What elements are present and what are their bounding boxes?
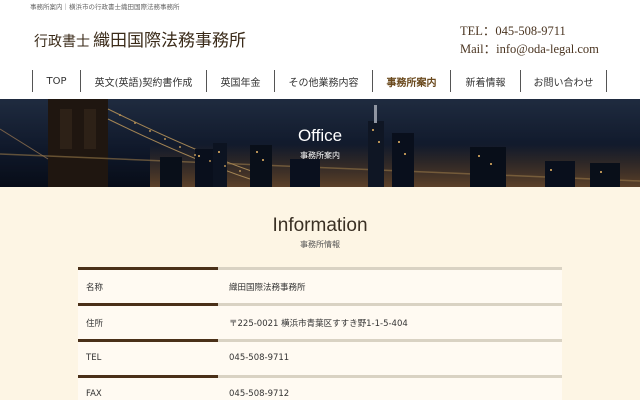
- hero-subtitle: 事務所案内: [300, 151, 340, 160]
- info-value: 〒225-0021 横浜市青葉区すすき野1-1-5-404: [229, 319, 408, 329]
- hero-banner: Office 事務所案内: [0, 99, 640, 187]
- info-value: 045-508-9712: [229, 389, 290, 399]
- hero-title: Office: [297, 126, 343, 145]
- section-subtitle: 事務所情報: [300, 240, 340, 249]
- info-key: TEL: [86, 353, 102, 363]
- row-key-rule: [78, 339, 218, 342]
- logo-title-small: 行政書士: [34, 34, 90, 50]
- info-row-name: 名称 織田国際法務事務所: [78, 267, 562, 303]
- nav-item-office[interactable]: 事務所案内: [372, 70, 450, 92]
- row-key-rule: [78, 375, 218, 378]
- row-value-rule: [218, 375, 562, 378]
- info-row-fax: FAX 045-508-9712: [78, 375, 562, 400]
- info-row-tel: TEL 045-508-9711: [78, 339, 562, 375]
- section-title: Information: [272, 215, 368, 236]
- nav-item-top[interactable]: TOP: [32, 70, 80, 92]
- row-value-rule: [218, 267, 562, 270]
- row-value-rule: [218, 339, 562, 342]
- info-table: 名称 織田国際法務事務所 住所 〒225-0021 横浜市青葉区すすき野1-1-…: [78, 267, 562, 400]
- nav-item-english-contract[interactable]: 英文(英語)契約書作成: [80, 70, 206, 92]
- row-key-rule: [78, 303, 218, 306]
- info-key: 名称: [86, 283, 104, 293]
- info-value: 織田国際法務事務所: [229, 283, 306, 293]
- contact-info: TEL：045-508-9711 Mail：info@oda-legal.com: [460, 22, 599, 58]
- row-key-rule: [78, 267, 218, 270]
- email-address[interactable]: Mail：info@oda-legal.com: [460, 40, 599, 58]
- info-key: FAX: [86, 389, 102, 399]
- row-value-rule: [218, 303, 562, 306]
- top-breadcrumb-bar: 事務所案内｜横浜市の行政書士織田国際法務事務所: [0, 0, 640, 12]
- nav-item-news[interactable]: 新着情報: [450, 70, 520, 92]
- nav-item-other-services[interactable]: その他業務内容: [274, 70, 372, 92]
- breadcrumb: 事務所案内｜横浜市の行政書士織田国際法務事務所: [30, 3, 180, 11]
- site-logo[interactable]: 行政書士 織田国際法務事務所: [34, 26, 246, 51]
- nav-item-contact[interactable]: お問い合わせ: [520, 70, 607, 92]
- phone-number: TEL：045-508-9711: [460, 24, 566, 38]
- info-row-address: 住所 〒225-0021 横浜市青葉区すすき野1-1-5-404: [78, 303, 562, 339]
- info-key: 住所: [86, 319, 104, 329]
- main-navigation: TOP 英文(英語)契約書作成 英国年金 その他業務内容 事務所案内 新着情報 …: [0, 62, 640, 99]
- info-value: 045-508-9711: [229, 353, 290, 363]
- nav-item-uk-pension[interactable]: 英国年金: [206, 70, 274, 92]
- logo-title-main: 織田国際法務事務所: [93, 31, 246, 51]
